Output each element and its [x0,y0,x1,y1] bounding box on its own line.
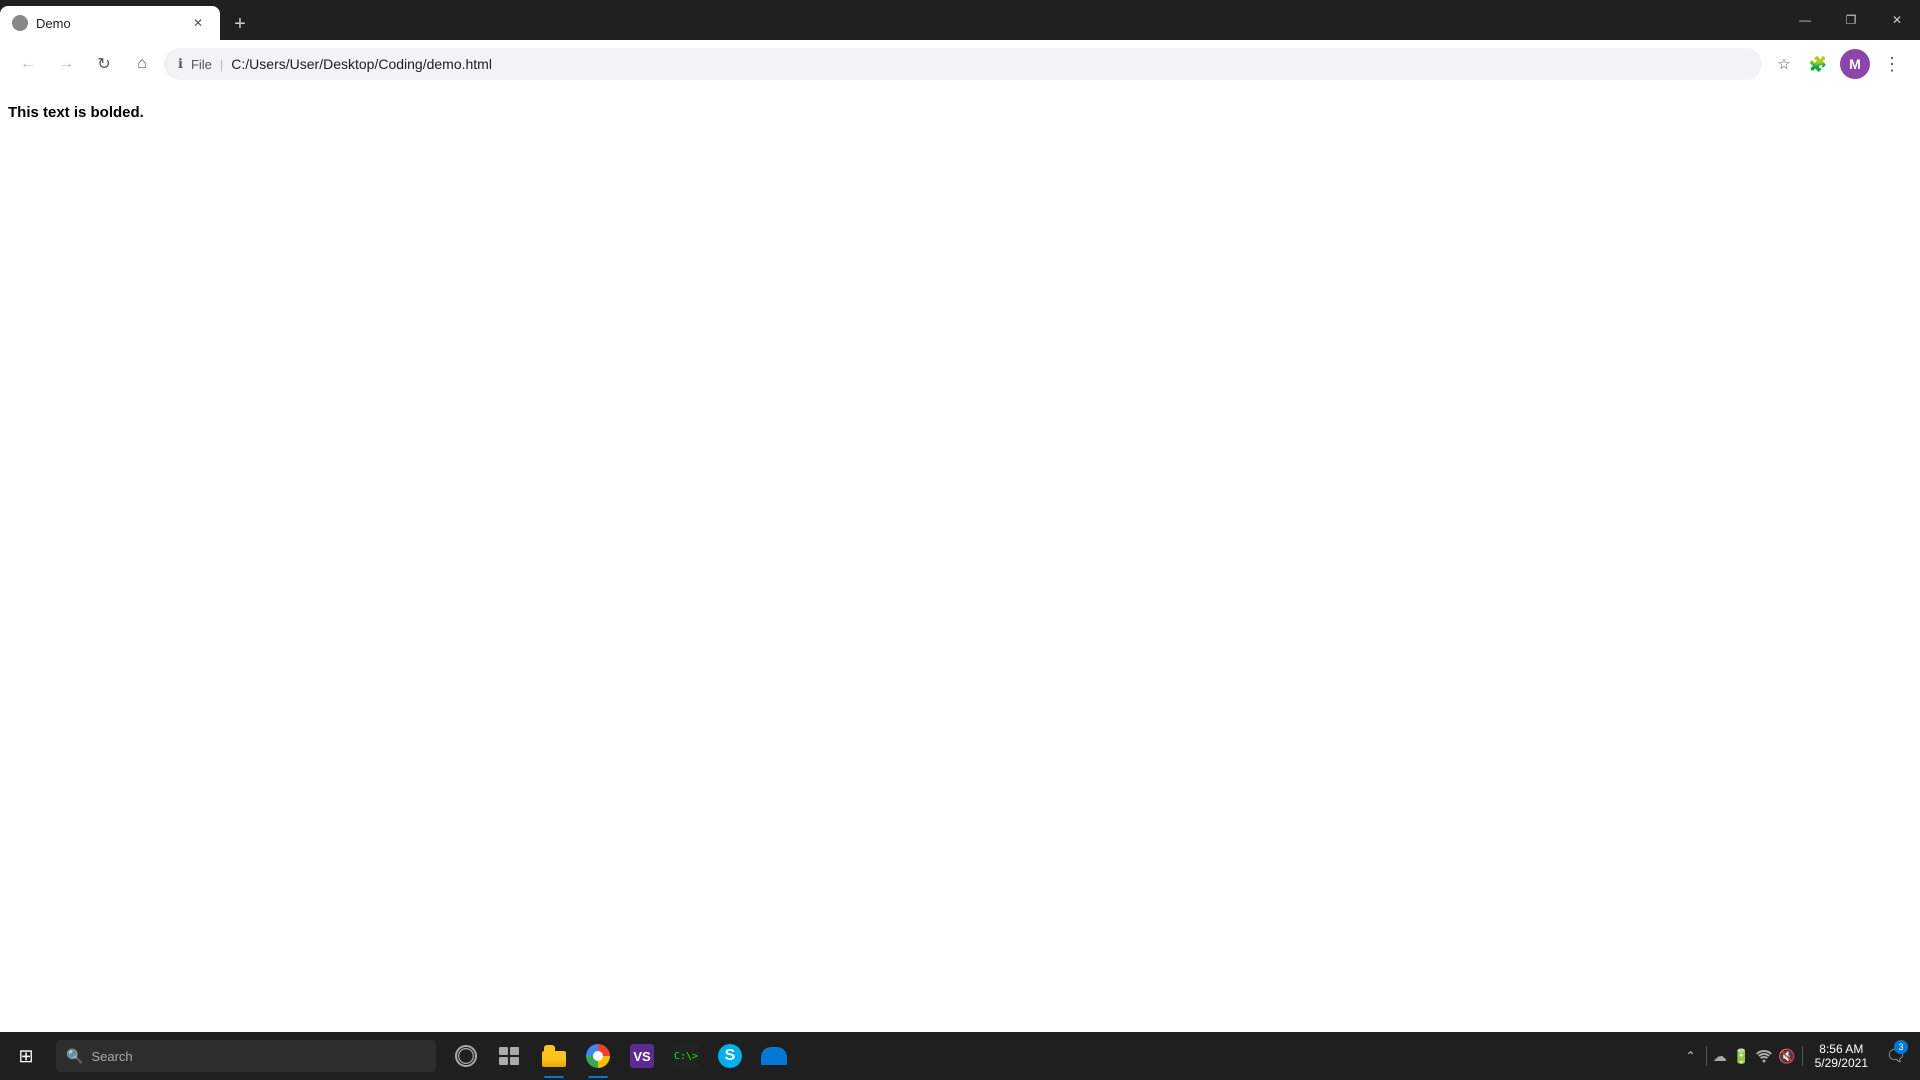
forward-button[interactable]: → [50,48,82,80]
taskbar-app-skype[interactable]: S [708,1032,752,1080]
taskbar: ⊞ 🔍 Search [0,1032,1920,1080]
address-input[interactable]: ℹ File | C:/Users/User/Desktop/Coding/de… [164,48,1762,80]
battery-tray-icon[interactable]: 🔋 [1733,1048,1750,1065]
browser-window: Demo ✕ + — ❐ ✕ ← → ↻ ⌂ ℹ File | C:/Users… [0,0,1920,1080]
title-bar: Demo ✕ + — ❐ ✕ [0,0,1920,40]
active-tab[interactable]: Demo ✕ [0,6,220,40]
vscode-icon: VS [630,1044,654,1068]
start-button[interactable]: ⊞ [0,1032,52,1080]
profile-button[interactable]: M [1840,49,1870,79]
minimize-button[interactable]: — [1782,0,1828,40]
tray-overflow-button[interactable]: ⌃ [1682,1049,1700,1063]
new-tab-button[interactable]: + [224,8,256,40]
reload-button[interactable]: ↻ [88,48,120,80]
window-controls: — ❐ ✕ [1782,0,1920,40]
file-label: File [191,57,212,72]
cortana-icon [455,1045,477,1067]
tab-favicon [12,15,28,31]
tray-icons: ⌃ ☁ 🔋 🔇 [1682,1046,1803,1066]
taskbar-app-terminal[interactable]: C:\> [664,1032,708,1080]
tabs-area: Demo ✕ + [0,0,1782,40]
onedrive-icon [761,1047,787,1065]
clock-time: 8:56 AM [1819,1042,1863,1056]
url-text: C:/Users/User/Desktop/Coding/demo.html [231,56,1748,72]
bold-text: This text is bolded. [8,104,144,121]
taskbar-app-onedrive[interactable] [752,1032,796,1080]
network-tray-icon[interactable] [1756,1049,1772,1063]
file-explorer-icon [542,1045,566,1067]
back-button[interactable]: ← [12,48,44,80]
taskbar-apps: VS C:\> S [444,1032,796,1080]
tray-divider-2 [1802,1046,1803,1066]
clock-date: 5/29/2021 [1815,1056,1868,1070]
tab-title: Demo [36,16,180,31]
url-separator: | [220,57,223,72]
tab-close-button[interactable]: ✕ [188,13,208,33]
search-icon: 🔍 [66,1048,83,1065]
taskbar-app-vscode[interactable]: VS [620,1032,664,1080]
clock[interactable]: 8:56 AM 5/29/2021 [1807,1042,1876,1070]
tray-divider [1706,1046,1707,1066]
taskbar-search[interactable]: 🔍 Search [56,1040,436,1072]
close-button[interactable]: ✕ [1874,0,1920,40]
system-tray: ⌃ ☁ 🔋 🔇 [1674,1032,1920,1080]
address-bar: ← → ↻ ⌂ ℹ File | C:/Users/User/Desktop/C… [0,40,1920,88]
security-icon: ℹ [178,56,183,72]
taskbar-app-task-view[interactable] [488,1032,532,1080]
home-button[interactable]: ⌂ [126,48,158,80]
extensions-button[interactable]: 🧩 [1802,48,1834,80]
taskbar-app-cortana[interactable] [444,1032,488,1080]
page-content: This text is bolded. [0,88,1920,1032]
taskbar-app-chrome[interactable] [576,1032,620,1080]
terminal-icon: C:\> [674,1044,698,1068]
toolbar-icons: ☆ 🧩 M ⋮ [1768,48,1908,80]
skype-icon: S [718,1044,742,1068]
star-button[interactable]: ☆ [1768,48,1800,80]
notification-button[interactable]: 🗨 3 [1880,1032,1912,1080]
chrome-icon [586,1044,610,1068]
cloud-tray-icon[interactable]: ☁ [1713,1048,1727,1065]
volume-tray-icon[interactable]: 🔇 [1778,1048,1795,1065]
taskbar-app-file-explorer[interactable] [532,1032,576,1080]
task-view-icon [499,1047,521,1065]
menu-button[interactable]: ⋮ [1876,48,1908,80]
search-placeholder: Search [91,1049,132,1064]
maximize-button[interactable]: ❐ [1828,0,1874,40]
notification-badge: 3 [1894,1040,1908,1054]
